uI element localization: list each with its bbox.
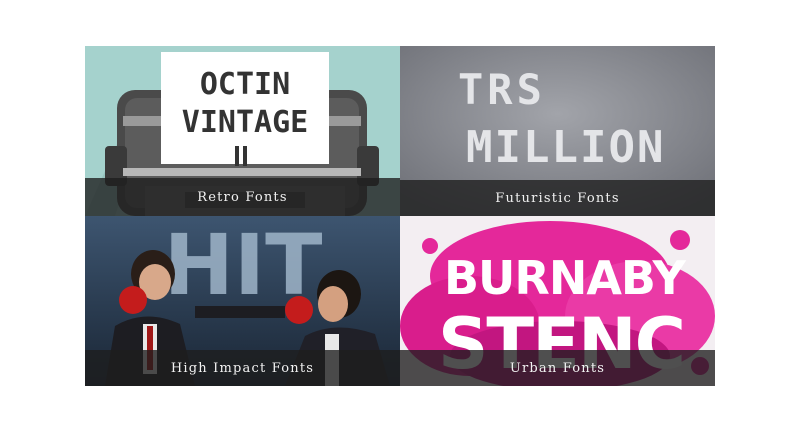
font-category-grid: OCTIN VINTAGE Retro Fonts TRS MILLION Fu… [85, 46, 715, 386]
art-text-line-1: BURNABY [444, 251, 686, 305]
art-text-line-1: TRS [458, 65, 546, 114]
tile-caption-bar: Retro Fonts [85, 178, 400, 216]
high-impact-fonts-label[interactable]: High Impact Fonts [171, 361, 314, 376]
futuristic-fonts-tile[interactable]: TRS MILLION Futuristic Fonts [400, 46, 715, 216]
art-text-line-2: MILLION [466, 122, 665, 173]
art-text-line-1: OCTIN [200, 67, 290, 102]
tile-caption-bar: Futuristic Fonts [400, 180, 715, 216]
high-impact-fonts-tile[interactable]: HIT High Impact Fonts [85, 216, 400, 386]
retro-fonts-tile[interactable]: OCTIN VINTAGE Retro Fonts [85, 46, 400, 216]
art-text-line-2: VINTAGE [182, 105, 308, 140]
urban-fonts-label[interactable]: Urban Fonts [510, 361, 605, 376]
urban-fonts-tile[interactable]: BURNABY STENC Urban Fonts [400, 216, 715, 386]
retro-fonts-label[interactable]: Retro Fonts [197, 190, 287, 205]
futuristic-fonts-label[interactable]: Futuristic Fonts [495, 191, 619, 206]
tile-caption-bar: Urban Fonts [400, 350, 715, 386]
tile-caption-bar: High Impact Fonts [85, 350, 400, 386]
